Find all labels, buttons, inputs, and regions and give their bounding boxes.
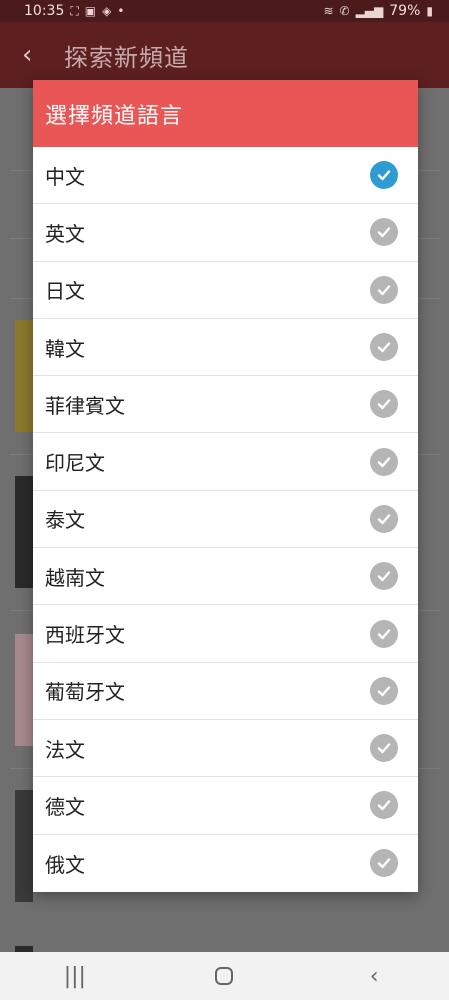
- language-option[interactable]: 越南文: [33, 548, 418, 606]
- call-icon: ✆: [339, 4, 350, 18]
- checkmark-icon[interactable]: [370, 218, 398, 247]
- dialog-header: 選擇頻道語言: [33, 80, 418, 147]
- thumbnail: [15, 320, 33, 432]
- status-time: 10:35: [24, 3, 65, 19]
- language-label: 菲律賓文: [45, 393, 125, 418]
- checkmark-icon[interactable]: [370, 734, 398, 763]
- language-label: 印尼文: [45, 451, 105, 476]
- language-label: 葡萄牙文: [45, 680, 125, 705]
- language-option[interactable]: 德文: [33, 777, 418, 835]
- thumbnail: [15, 476, 33, 588]
- dialog-title: 選擇頻道語言: [45, 103, 184, 129]
- status-bar: 10:35 ⛶ ▣ ◈ • ≋ ✆ ▂▄▆ 79% ▮: [0, 0, 449, 22]
- signal-icon: ▂▄▆: [355, 4, 384, 18]
- checkmark-icon[interactable]: [370, 504, 398, 533]
- language-option[interactable]: 西班牙文: [33, 605, 418, 663]
- language-label: 韓文: [45, 336, 85, 361]
- language-label: 英文: [45, 221, 85, 246]
- language-option[interactable]: 法文: [33, 720, 418, 778]
- home-icon: [215, 967, 234, 985]
- dot-icon: •: [117, 4, 125, 18]
- language-label: 法文: [45, 737, 85, 762]
- battery-percent: 79%: [389, 3, 421, 19]
- checkmark-icon[interactable]: [370, 849, 398, 878]
- language-label: 泰文: [45, 508, 85, 533]
- nav-back-icon[interactable]: ‹: [344, 956, 404, 996]
- checkmark-icon[interactable]: [370, 619, 398, 648]
- language-list: 中文英文日文韓文菲律賓文印尼文泰文越南文西班牙文葡萄牙文法文德文俄文: [33, 147, 418, 892]
- language-label: 中文: [45, 164, 85, 189]
- language-option[interactable]: 葡萄牙文: [33, 663, 418, 720]
- app-bar: ‹ 探索新頻道: [0, 22, 449, 88]
- language-option[interactable]: 俄文: [33, 835, 418, 892]
- language-option[interactable]: 韓文: [33, 319, 418, 377]
- thumbnail: [15, 790, 33, 902]
- language-option[interactable]: 英文: [33, 204, 418, 262]
- wifi-icon: ≋: [323, 4, 334, 18]
- checkmark-icon[interactable]: [370, 390, 398, 419]
- page-title: 探索新頻道: [64, 43, 189, 72]
- checkmark-icon[interactable]: [370, 676, 398, 705]
- language-label: 越南文: [45, 565, 105, 590]
- screenshot-icon: ⛶: [70, 3, 79, 18]
- language-label: 德文: [45, 794, 85, 819]
- language-option[interactable]: 中文: [33, 147, 418, 205]
- language-dialog: 選擇頻道語言 中文英文日文韓文菲律賓文印尼文泰文越南文西班牙文葡萄牙文法文德文俄…: [33, 80, 418, 892]
- home-button[interactable]: [194, 956, 254, 996]
- language-label: 俄文: [45, 852, 85, 877]
- language-option[interactable]: 日文: [33, 262, 418, 319]
- language-option[interactable]: 泰文: [33, 491, 418, 549]
- thumbnail: [15, 634, 33, 746]
- language-label: 西班牙文: [45, 623, 125, 648]
- checkmark-icon[interactable]: [370, 333, 398, 362]
- checkmark-icon[interactable]: [370, 562, 398, 591]
- language-option[interactable]: 菲律賓文: [33, 376, 418, 434]
- back-arrow-icon[interactable]: ‹: [22, 40, 50, 70]
- checkmark-icon[interactable]: [370, 791, 398, 820]
- status-left: 10:35 ⛶ ▣ ◈ •: [24, 3, 124, 19]
- recents-icon[interactable]: |||: [45, 956, 105, 996]
- app-notification-icon: ◈: [102, 4, 112, 18]
- language-label: 日文: [45, 279, 85, 304]
- system-nav-bar: ||| ‹: [0, 952, 449, 1000]
- status-right: ≋ ✆ ▂▄▆ 79% ▮: [323, 3, 433, 19]
- checkmark-icon[interactable]: [370, 275, 398, 304]
- checkmark-icon[interactable]: [370, 447, 398, 476]
- checkmark-icon[interactable]: [370, 161, 398, 190]
- battery-icon: ▮: [426, 4, 433, 18]
- language-option[interactable]: 印尼文: [33, 433, 418, 491]
- notification-icon: ▣: [84, 4, 97, 18]
